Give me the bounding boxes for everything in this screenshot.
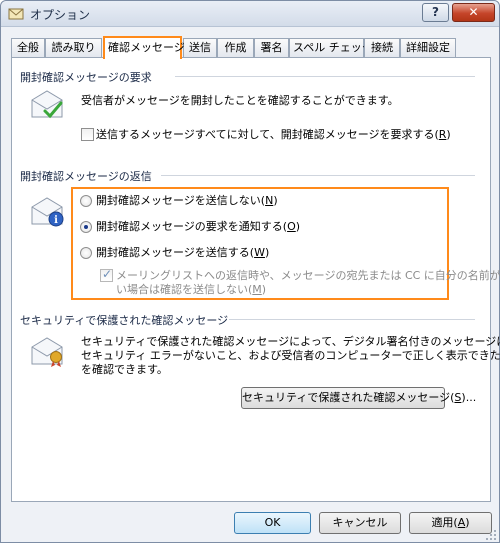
tab-spelling[interactable]: スペル チェック bbox=[289, 38, 373, 57]
apply-button[interactable]: 適用(A) bbox=[409, 512, 492, 534]
tab-signatures[interactable]: 署名 bbox=[254, 38, 289, 57]
radio-never-send-label[interactable]: 開封確認メッセージを送信しない(N) bbox=[96, 194, 278, 208]
return-section-title: 開封確認メッセージの返信 bbox=[20, 170, 152, 183]
envelope-check-icon bbox=[31, 90, 63, 119]
mail-app-icon bbox=[8, 8, 24, 20]
secure-description-line3: を確認できます。 bbox=[81, 363, 168, 376]
svg-text:i: i bbox=[54, 215, 58, 226]
request-section-title: 開封確認メッセージの要求 bbox=[20, 71, 152, 84]
options-window: オプション ? ✕ 全般 読み取り 確認メッセージ 送信 作成 署名 スペル チ… bbox=[0, 0, 500, 543]
title-bar[interactable]: オプション ? ✕ bbox=[1, 1, 499, 27]
help-button[interactable]: ? bbox=[422, 3, 449, 22]
radio-notify-request-label[interactable]: 開封確認メッセージの要求を通知する(O) bbox=[96, 220, 300, 234]
return-section-divider bbox=[161, 175, 475, 176]
tab-receipts[interactable]: 確認メッセージ bbox=[103, 36, 185, 59]
tab-read[interactable]: 読み取り bbox=[45, 38, 102, 57]
cancel-button[interactable]: キャンセル bbox=[319, 512, 401, 534]
envelope-seal-icon bbox=[31, 337, 63, 367]
secure-section-divider bbox=[229, 319, 475, 320]
radio-never-send[interactable] bbox=[80, 195, 92, 207]
tab-send[interactable]: 送信 bbox=[183, 38, 217, 57]
request-all-receipts-label[interactable]: 送信するメッセージすべてに対して、開封確認メッセージを要求する(R) bbox=[96, 128, 451, 142]
secure-receipts-button[interactable]: セキュリティで保護された確認メッセージ(S)... bbox=[241, 387, 476, 409]
resize-grip-icon[interactable] bbox=[485, 529, 497, 541]
tab-connection[interactable]: 接続 bbox=[364, 38, 400, 57]
secure-description-line1: セキュリティで保護された確認メッセージによって、デジタル署名付きのメッセージに bbox=[81, 335, 500, 348]
radio-always-send[interactable] bbox=[80, 247, 92, 259]
secure-description-line2: セキュリティ エラーがないこと、および受信者のコンピューターで正しく表示できたこ… bbox=[81, 349, 500, 362]
envelope-info-icon: i bbox=[31, 197, 64, 227]
request-description: 受信者がメッセージを開封したことを確認することができます。 bbox=[81, 94, 399, 107]
close-button[interactable]: ✕ bbox=[452, 3, 495, 22]
secure-section-title: セキュリティで保護された確認メッセージ bbox=[20, 314, 229, 327]
mailing-list-exception-label-line2[interactable]: い場合は確認を送信しない(M) bbox=[116, 283, 266, 297]
radio-notify-request[interactable] bbox=[80, 221, 92, 233]
radio-always-send-label[interactable]: 開封確認メッセージを送信する(W) bbox=[96, 246, 269, 260]
tab-compose[interactable]: 作成 bbox=[217, 38, 254, 57]
mailing-list-exception-label-line1[interactable]: メーリングリストへの返信時や、メッセージの宛先または CC に自分の名前がな bbox=[116, 269, 500, 283]
tab-strip: 全般 読み取り 確認メッセージ 送信 作成 署名 スペル チェック 接続 詳細設… bbox=[11, 36, 491, 59]
request-section-divider bbox=[175, 76, 475, 77]
mailing-list-exception-checkbox[interactable] bbox=[100, 267, 113, 282]
request-all-receipts-checkbox[interactable] bbox=[81, 128, 94, 141]
tab-advanced[interactable]: 詳細設定 bbox=[400, 38, 456, 57]
tab-general[interactable]: 全般 bbox=[11, 38, 45, 57]
window-title: オプション bbox=[30, 8, 91, 22]
ok-button[interactable]: OK bbox=[234, 512, 311, 534]
